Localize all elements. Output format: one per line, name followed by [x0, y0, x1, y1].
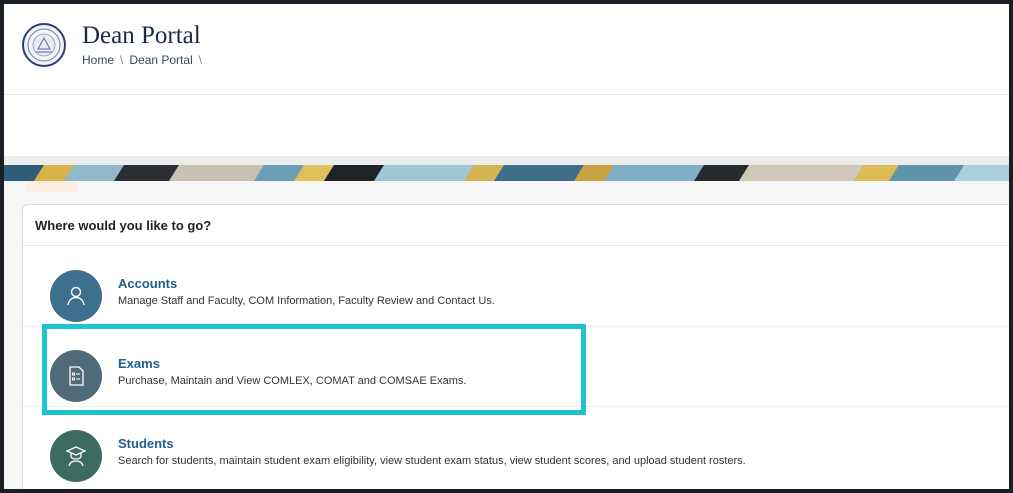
- card-heading: Where would you like to go?: [23, 205, 1009, 246]
- breadcrumb-dean-portal-link[interactable]: Dean Portal: [129, 53, 192, 67]
- accounts-link[interactable]: Accounts: [118, 276, 177, 291]
- list-item-students[interactable]: Students Search for students, maintain s…: [23, 406, 1009, 486]
- page-header: Dean Portal Home \ Dean Portal \: [4, 4, 1009, 95]
- breadcrumb-separator: \: [120, 53, 124, 67]
- breadcrumb-home-link[interactable]: Home: [82, 53, 114, 67]
- list-item-accounts[interactable]: Accounts Manage Staff and Faculty, COM I…: [23, 246, 1009, 327]
- decorative-banner: [4, 165, 1009, 181]
- breadcrumb-separator: \: [198, 53, 203, 67]
- students-link[interactable]: Students: [118, 436, 174, 451]
- accounts-description: Manage Staff and Faculty, COM Informatio…: [118, 295, 495, 307]
- app-frame: Dean Portal Home \ Dean Portal \ Where w…: [0, 0, 1013, 493]
- banner-tab: [26, 181, 78, 192]
- students-description: Search for students, maintain student ex…: [118, 455, 746, 467]
- breadcrumb: Home \ Dean Portal \: [82, 53, 208, 67]
- graduate-icon: [50, 430, 102, 482]
- exams-highlight-box: [42, 324, 586, 415]
- user-icon: [50, 270, 102, 322]
- page-title: Dean Portal: [82, 22, 201, 49]
- seal-logo-icon[interactable]: [22, 23, 66, 67]
